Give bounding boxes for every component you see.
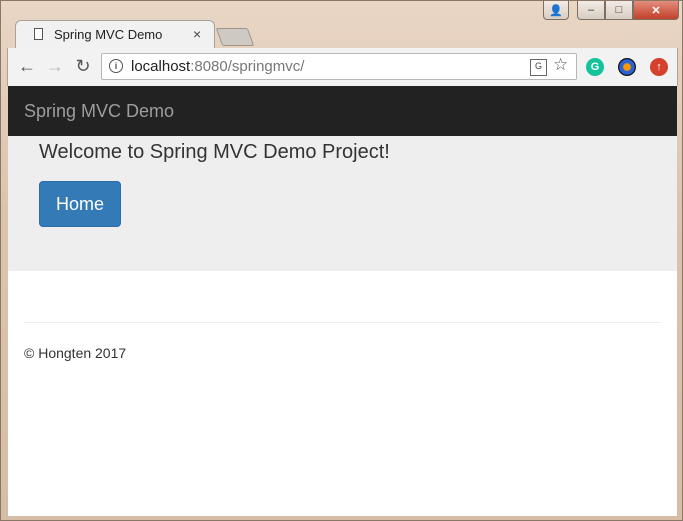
- back-icon[interactable]: ←: [16, 56, 38, 77]
- color-extension-icon[interactable]: [618, 58, 636, 76]
- translate-icon[interactable]: G: [530, 59, 547, 76]
- minimize-button[interactable]: –: [577, 1, 605, 20]
- browser-toolbar: ← → ↻ i localhost:8080/springmvc/ G ☆ G …: [7, 48, 678, 86]
- window-controls: – □ ✕: [577, 1, 679, 21]
- user-profile-button[interactable]: 👤: [543, 1, 569, 20]
- user-icon: 👤: [549, 4, 563, 17]
- footer-divider: [24, 322, 661, 323]
- info-icon[interactable]: i: [109, 59, 123, 73]
- welcome-heading: Welcome to Spring MVC Demo Project!: [39, 141, 390, 163]
- grammarly-extension-icon[interactable]: G: [586, 58, 604, 76]
- tab-spring-mvc-demo[interactable]: Spring MVC Demo ×: [15, 20, 215, 48]
- footer-copyright: © Hongten 2017: [24, 345, 127, 361]
- page-viewport: Spring MVC Demo Welcome to Spring MVC De…: [8, 86, 677, 516]
- tab-title: Spring MVC Demo: [54, 27, 163, 42]
- url-path: :8080/springmvc/: [190, 58, 305, 75]
- navbar-brand[interactable]: Spring MVC Demo: [24, 101, 174, 122]
- url-text[interactable]: localhost:8080/springmvc/: [131, 58, 304, 75]
- browser-window: 👤 – □ ✕ Spring MVC Demo × ← → ↻ i localh…: [0, 0, 683, 521]
- jumbotron: Welcome to Spring MVC Demo Project! Home: [8, 136, 677, 271]
- reload-icon[interactable]: ↻: [72, 56, 94, 77]
- home-button[interactable]: Home: [39, 181, 121, 227]
- new-tab-button[interactable]: [215, 28, 255, 46]
- site-navbar: Spring MVC Demo: [8, 86, 677, 136]
- url-host: localhost: [131, 58, 191, 75]
- maximize-button[interactable]: □: [605, 1, 633, 20]
- page-icon: [34, 28, 43, 40]
- bookmark-star-icon[interactable]: ☆: [553, 55, 568, 75]
- close-window-button[interactable]: ✕: [633, 1, 679, 20]
- upload-extension-icon[interactable]: ↑: [650, 58, 668, 76]
- forward-icon[interactable]: →: [44, 56, 66, 77]
- address-bar[interactable]: i localhost:8080/springmvc/ G ☆: [101, 53, 577, 80]
- tab-close-icon[interactable]: ×: [193, 26, 201, 42]
